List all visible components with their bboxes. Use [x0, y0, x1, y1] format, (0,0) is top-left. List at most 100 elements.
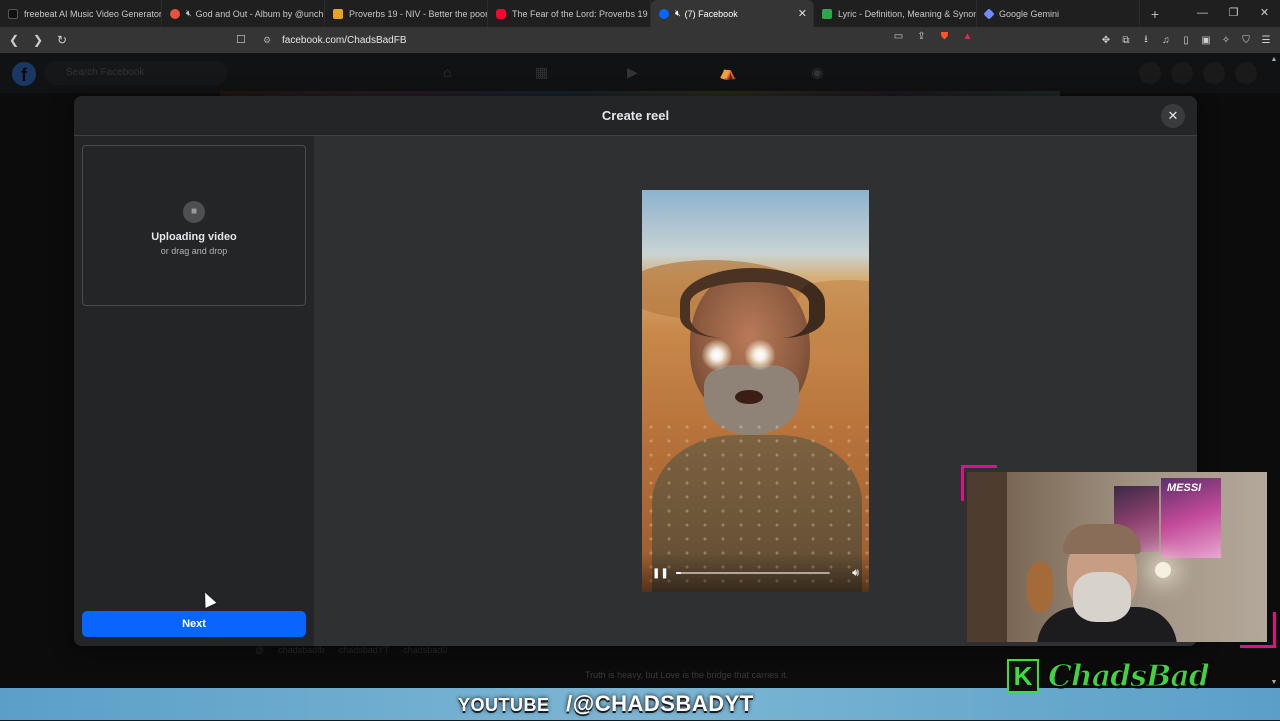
tab-search-icon[interactable]: ⧉: [1116, 35, 1136, 46]
minimize-icon[interactable]: —: [1187, 0, 1218, 27]
brave-shields-icon[interactable]: ⛊: [933, 31, 956, 42]
scroll-down-icon[interactable]: ▼: [1270, 679, 1278, 686]
address-bar[interactable]: ⚙ facebook.com/ChadsBadFB: [256, 30, 976, 50]
marketplace-icon[interactable]: ⛺: [719, 64, 736, 81]
man-mouth: [735, 390, 763, 404]
profile-links: @ chadsbadfb chadsbadYT chadsbad0: [255, 645, 447, 655]
tab-youtube-proverbs[interactable]: The Fear of the Lord: Proverbs 19 | D: [488, 0, 651, 27]
tab-lyric[interactable]: Lyric - Definition, Meaning & Synony: [814, 0, 977, 27]
x-link[interactable]: chadsbad0: [403, 645, 447, 655]
video-controls: ❚❚ 🔊︎: [642, 552, 869, 592]
tab-label: (7) Facebook: [684, 8, 738, 19]
tab-album[interactable]: 🔇︎ God and Out - Album by @unch: [162, 0, 325, 27]
brave-rewards-icon[interactable]: ▲: [956, 31, 979, 42]
leo-ai-icon[interactable]: ✧: [1216, 35, 1236, 46]
video-camera-icon: ■: [183, 201, 205, 223]
door: [967, 472, 1007, 642]
streamer-beard: [1073, 572, 1131, 622]
profile-avatar[interactable]: [1235, 62, 1257, 84]
post-snippet: Truth is heavy, but Love is the bridge t…: [585, 670, 789, 680]
upload-hint: or drag and drop: [160, 246, 228, 256]
guitar: [1027, 562, 1053, 612]
tab-label: Lyric - Definition, Meaning & Synony: [838, 8, 977, 19]
mute-icon[interactable]: 🔇︎: [675, 8, 681, 19]
logo-wordmark: ChadsBad: [1048, 659, 1211, 695]
poster-text: MESSI: [1167, 482, 1202, 494]
new-tab-button[interactable]: +: [1140, 6, 1170, 22]
groups-icon[interactable]: ◉: [811, 64, 823, 81]
streamer-cap: [1063, 524, 1141, 554]
reel-video-preview[interactable]: ❚❚ 🔊︎: [642, 190, 869, 592]
webcam-feed: MESSI: [967, 472, 1267, 642]
address-bar-actions: ▭ ⇪ ⛊ ▲: [887, 31, 979, 42]
instagram-link[interactable]: chadsbadfb: [278, 645, 325, 655]
upload-status: Uploading video: [151, 231, 237, 243]
facebook-favicon-icon: [659, 8, 669, 19]
tab-label: freebeat AI Music Video Generator |: [24, 8, 162, 19]
browser-toolbar: ❮ ❯ ↻ ☐ ⚙ facebook.com/ChadsBadFB ▭ ⇪ ⛊ …: [0, 27, 1280, 53]
dialog-header: Create reel ✕: [74, 96, 1197, 136]
home-icon[interactable]: ⌂: [443, 64, 451, 80]
messenger-icon[interactable]: [1171, 62, 1193, 84]
back-icon[interactable]: ❮: [4, 33, 24, 47]
restore-icon[interactable]: ❐: [1218, 0, 1249, 27]
youtube-label: YOUTUBE: [458, 695, 550, 715]
youtube-link[interactable]: chadsbadYT: [339, 645, 390, 655]
video-upload-dropzone[interactable]: ■ Uploading video or drag and drop: [82, 145, 306, 306]
video-progress-bar[interactable]: [676, 572, 830, 574]
tab-gemini[interactable]: Google Gemini: [977, 0, 1140, 27]
tab-label: Proverbs 19 - NIV - Better the poor: [349, 8, 488, 19]
tab-label: Google Gemini: [999, 8, 1060, 19]
sidebar-icon[interactable]: ▯: [1176, 35, 1196, 46]
tab-proverbs-niv[interactable]: Proverbs 19 - NIV - Better the poor: [325, 0, 488, 27]
album-favicon-icon: [170, 8, 180, 19]
facebook-logo-icon[interactable]: f: [12, 62, 36, 86]
mute-icon[interactable]: 🔇︎: [186, 8, 192, 19]
wallet-icon[interactable]: ▣: [1196, 35, 1216, 46]
email-icon: @: [255, 645, 265, 655]
tab-freebeat[interactable]: freebeat AI Music Video Generator |: [0, 0, 162, 27]
close-window-icon[interactable]: ✕: [1249, 0, 1280, 27]
download-icon[interactable]: ⭳: [1136, 32, 1156, 49]
youtube-handle: /@CHADSBADYT: [566, 691, 754, 716]
messi-poster: MESSI: [1161, 478, 1221, 558]
youtube-favicon-icon: [496, 8, 506, 19]
facebook-search-input[interactable]: Search Facebook: [44, 61, 228, 85]
tab-label: The Fear of the Lord: Proverbs 19 | D: [512, 8, 651, 19]
window-controls: — ❐ ✕: [1187, 0, 1280, 27]
next-button[interactable]: Next: [82, 611, 306, 637]
forward-icon[interactable]: ❯: [28, 33, 48, 47]
scroll-up-icon[interactable]: ▲: [1270, 56, 1278, 63]
notifications-icon[interactable]: [1203, 62, 1225, 84]
glowing-eye: [745, 340, 775, 370]
video-icon[interactable]: ▶: [627, 64, 638, 81]
gemini-favicon-icon: [983, 7, 995, 20]
volume-icon[interactable]: 🔊︎: [852, 567, 859, 580]
browser-extensions: ✥ ⧉ ⭳ ♫ ▯ ▣ ✧ ⛉ ☰: [1096, 27, 1276, 53]
pages-icon[interactable]: ▦: [535, 64, 548, 81]
close-tab-icon[interactable]: ✕: [798, 7, 807, 20]
bookmark-icon[interactable]: ☐: [236, 33, 246, 46]
tab-label: God and Out - Album by @unch: [195, 8, 324, 19]
glowing-eye: [702, 340, 732, 370]
pause-icon[interactable]: ❚❚: [652, 568, 669, 579]
share-icon[interactable]: ⇪: [910, 31, 933, 42]
menu-grid-icon[interactable]: [1139, 62, 1161, 84]
url-text[interactable]: facebook.com/ChadsBadFB: [282, 35, 407, 46]
reload-icon[interactable]: ↻: [52, 33, 72, 47]
cast-icon[interactable]: ▭: [887, 31, 910, 42]
site-info-icon[interactable]: ⚙: [260, 35, 274, 46]
media-icon[interactable]: ♫: [1156, 35, 1176, 46]
close-dialog-button[interactable]: ✕: [1161, 104, 1185, 128]
channel-logo: K ChadsBad: [1004, 657, 1236, 697]
menu-icon[interactable]: ☰: [1256, 35, 1276, 46]
freebeat-favicon-icon: [8, 8, 18, 19]
page-scrollbar[interactable]: ▲ ▼: [1270, 56, 1278, 686]
dialog-title: Create reel: [601, 108, 670, 123]
extensions-icon[interactable]: ✥: [1096, 35, 1116, 46]
browser-tab-bar: freebeat AI Music Video Generator | 🔇︎ G…: [0, 0, 1280, 27]
vpn-icon[interactable]: ⛉: [1236, 35, 1256, 46]
man-hair: [680, 268, 825, 338]
tab-facebook[interactable]: 🔇︎ (7) Facebook ✕: [651, 0, 814, 27]
lamp: [1155, 562, 1171, 578]
